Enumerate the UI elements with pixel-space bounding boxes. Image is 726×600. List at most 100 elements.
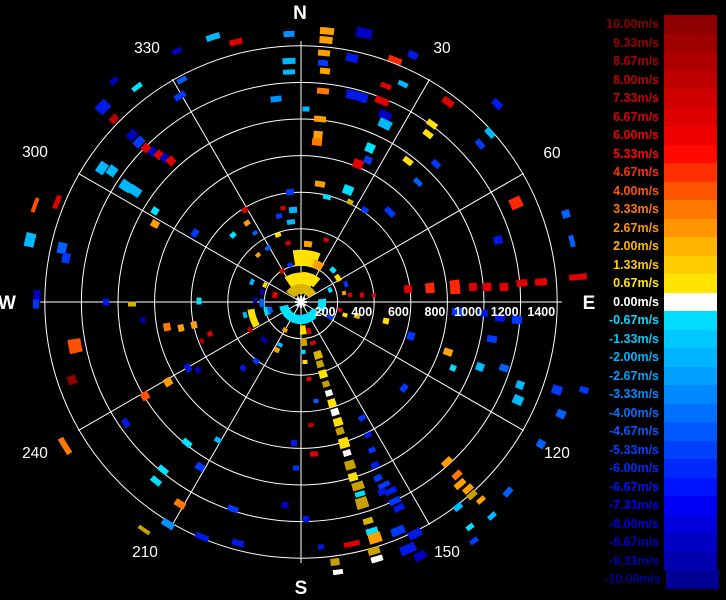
legend-row: -2.00m/s (604, 348, 717, 367)
velocity-segment (382, 317, 390, 325)
legend-row: 0.00m/s (604, 292, 717, 311)
velocity-segment (449, 364, 457, 372)
velocity-segment (315, 359, 325, 369)
velocity-segment (285, 240, 291, 246)
range-label: 1000 (454, 305, 482, 319)
legend-color-swatch (664, 15, 717, 34)
legend-label: -10.00m/s (604, 572, 661, 586)
legend-label: -2.67m/s (608, 368, 659, 383)
velocity-segment (337, 307, 343, 313)
velocity-segment (242, 311, 248, 319)
legend-color-swatch (664, 440, 717, 459)
velocity-segment (275, 212, 283, 220)
velocity-segment (105, 164, 119, 178)
range-label: 400 (351, 305, 372, 319)
legend-label: -2.00m/s (608, 350, 659, 364)
velocity-segment (534, 277, 548, 286)
velocity-segment (362, 155, 374, 165)
velocity-segment (578, 385, 590, 395)
velocity-segment (162, 376, 174, 388)
velocity-segment (94, 160, 110, 176)
velocity-segment (555, 408, 567, 420)
legend-label: 6.67m/s (613, 109, 659, 124)
velocity-segment (199, 338, 205, 345)
velocity-segment (252, 357, 260, 365)
legend-color-swatch (664, 126, 717, 145)
velocity-segment (282, 69, 296, 75)
velocity-segment (351, 157, 365, 171)
legend-row: 4.00m/s (604, 181, 717, 200)
legend-label: -4.67m/s (608, 424, 659, 438)
range-label: 200 (315, 305, 336, 319)
velocity-segment (327, 286, 333, 293)
legend-color-swatch (664, 459, 717, 478)
velocity-segment (347, 471, 359, 483)
legend-color-swatch (664, 551, 717, 570)
velocity-segment (149, 218, 161, 229)
velocity-segment (206, 330, 214, 338)
velocity-segment (322, 193, 332, 201)
legend-label: 2.00m/s (613, 239, 659, 253)
velocity-segment (249, 278, 256, 286)
legend-label: -8.00m/s (608, 516, 659, 531)
velocity-segment (281, 501, 289, 509)
legend-label: -6.67m/s (608, 479, 659, 494)
velocity-segment (355, 26, 374, 40)
legend-row: -7.33m/s (604, 496, 717, 515)
velocity-segment (373, 473, 383, 483)
velocity-segment (281, 327, 289, 334)
legend-color-swatch (664, 144, 717, 163)
velocity-segment (332, 568, 344, 576)
velocity-segment (403, 284, 413, 294)
legend-color-swatch (664, 200, 717, 219)
velocity-segment (194, 366, 202, 374)
legend-label: 1.33m/s (613, 257, 659, 272)
legend-label: 4.00m/s (613, 183, 659, 198)
velocity-segment (285, 188, 295, 196)
velocity-segment (23, 231, 37, 248)
velocity-segment (367, 446, 377, 454)
velocity-segment (486, 334, 498, 344)
velocity-segment (424, 282, 435, 294)
legend-label: -7.33m/s (608, 498, 659, 512)
velocity-segment (560, 208, 572, 220)
legend-row: -4.67m/s (604, 422, 717, 441)
velocity-segment (406, 331, 416, 341)
velocity-segment (183, 363, 193, 374)
velocity-segment (231, 538, 245, 548)
velocity-segment (474, 361, 486, 373)
legend-color-swatch (664, 329, 717, 348)
legend-color-swatch (664, 292, 717, 311)
radar-velocity-display: 200 400 600 800 1000 1200 1400 N E S W 30 60 120 150 21… (0, 0, 726, 600)
legend-row: 2.00m/s (604, 237, 717, 256)
velocity-segment (120, 417, 132, 429)
legend-row: -5.33m/s (604, 440, 717, 459)
velocity-segment (317, 59, 329, 67)
velocity-segment (317, 544, 325, 550)
velocity-segment (276, 342, 284, 348)
velocity-segment (342, 312, 348, 318)
legend-label: 8.67m/s (613, 54, 659, 68)
velocity-segment (125, 128, 139, 142)
velocity-segment (482, 282, 492, 292)
velocity-segment (364, 142, 377, 154)
legend-row: -3.33m/s (604, 385, 717, 404)
velocity-segment (341, 183, 355, 197)
compass-label-e: E (583, 293, 596, 314)
legend-label: 0.00m/s (613, 294, 659, 309)
velocity-segment (286, 262, 293, 268)
velocity-segment (330, 557, 340, 566)
legend-row: 10.00m/s (604, 15, 717, 34)
legend-label: 2.67m/s (613, 220, 659, 235)
velocity-segment (374, 95, 390, 107)
legend-label: 6.00m/s (613, 128, 659, 142)
velocity-segment (273, 346, 281, 354)
legend-color-swatch (664, 514, 717, 533)
legend-row: 6.00m/s (604, 126, 717, 145)
range-label: 600 (388, 305, 409, 319)
velocity-segment (251, 229, 259, 237)
legend-color-swatch (664, 237, 717, 256)
legend-row: 3.33m/s (604, 200, 717, 219)
velocity-segment (299, 325, 307, 335)
legend-row: -6.67m/s (604, 477, 717, 496)
